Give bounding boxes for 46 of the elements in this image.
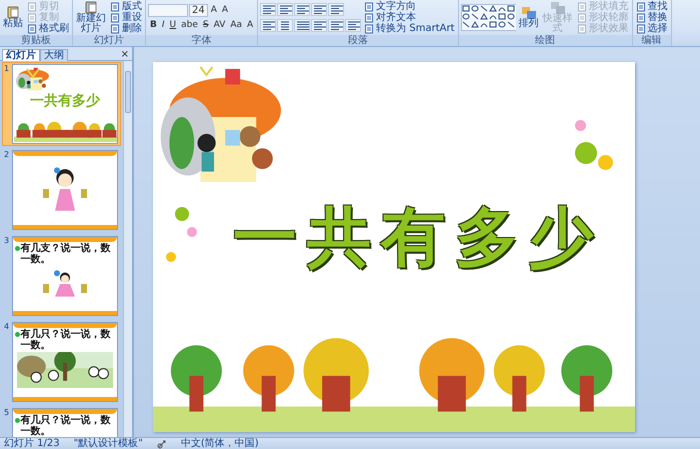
format-button[interactable]: abe <box>179 20 200 31</box>
group-label: 幻灯片 <box>73 35 145 46</box>
slide-number: 2 <box>4 150 10 161</box>
panel-tab[interactable]: 大纲 <box>40 49 68 61</box>
slide-number: 3 <box>4 236 10 247</box>
group-label: 段落 <box>258 35 458 46</box>
font-size-field[interactable]: 24 <box>189 4 208 17</box>
ribbon-button[interactable]: 选择 <box>634 23 669 34</box>
ribbon-button[interactable]: 删除 <box>109 23 143 34</box>
ribbon-button[interactable]: 重设 <box>109 12 143 23</box>
format-button[interactable]: B <box>148 20 159 31</box>
ribbon-button[interactable]: 替换 <box>634 12 669 23</box>
thumbnail-caption: 有几只？说一说，数一数。 <box>20 415 111 437</box>
slide-thumbnail[interactable]: 1 一共有多少 <box>2 62 121 146</box>
format-button[interactable]: U <box>168 20 178 31</box>
format-button[interactable]: A <box>220 5 230 16</box>
format-button[interactable]: A <box>245 20 256 31</box>
panel-tab[interactable]: 幻灯片 <box>2 49 40 61</box>
ribbon-button[interactable]: 粘贴 <box>2 6 24 29</box>
ribbon-button[interactable]: 新建幻灯片 <box>75 1 107 34</box>
thumbnail-caption: 有几只？说一说，数一数。 <box>20 329 111 351</box>
format-button[interactable]: S <box>200 20 211 31</box>
ribbon-button[interactable]: 对齐文本 <box>363 12 456 23</box>
format-button[interactable]: AV <box>212 20 228 31</box>
format-button[interactable]: Aa <box>228 20 244 31</box>
group-label: 编辑 <box>632 35 671 46</box>
ribbon-button[interactable]: 排列 <box>518 6 540 28</box>
thumbnail-caption: 有几支？说一说，数一数。 <box>20 243 111 265</box>
group-label: 剪贴板 <box>0 35 72 46</box>
theme-name: "默认设计模板" <box>74 438 143 449</box>
ribbon-button[interactable]: 转换为 SmartArt <box>363 23 456 34</box>
slide-number: 4 <box>4 322 10 333</box>
slide-number: 1 <box>4 64 10 75</box>
group-label: 字体 <box>146 35 258 46</box>
format-button[interactable]: I <box>160 20 167 31</box>
slide-title: 一共有多少 <box>233 202 593 274</box>
slide-count: 幻灯片 1/23 <box>4 438 60 449</box>
slide-number: 5 <box>4 408 10 419</box>
group-label: 绘图 <box>458 35 632 46</box>
ribbon-button[interactable]: 版式 <box>109 1 143 12</box>
thumbnail-title: 一共有多少 <box>28 93 102 109</box>
close-button[interactable]: × <box>118 48 132 60</box>
ribbon-button[interactable]: 文字方向 <box>363 1 456 12</box>
format-button[interactable]: A <box>208 5 219 16</box>
ribbon-button[interactable]: 查找 <box>634 1 669 12</box>
ribbon-button[interactable]: 格式刷 <box>26 23 70 34</box>
